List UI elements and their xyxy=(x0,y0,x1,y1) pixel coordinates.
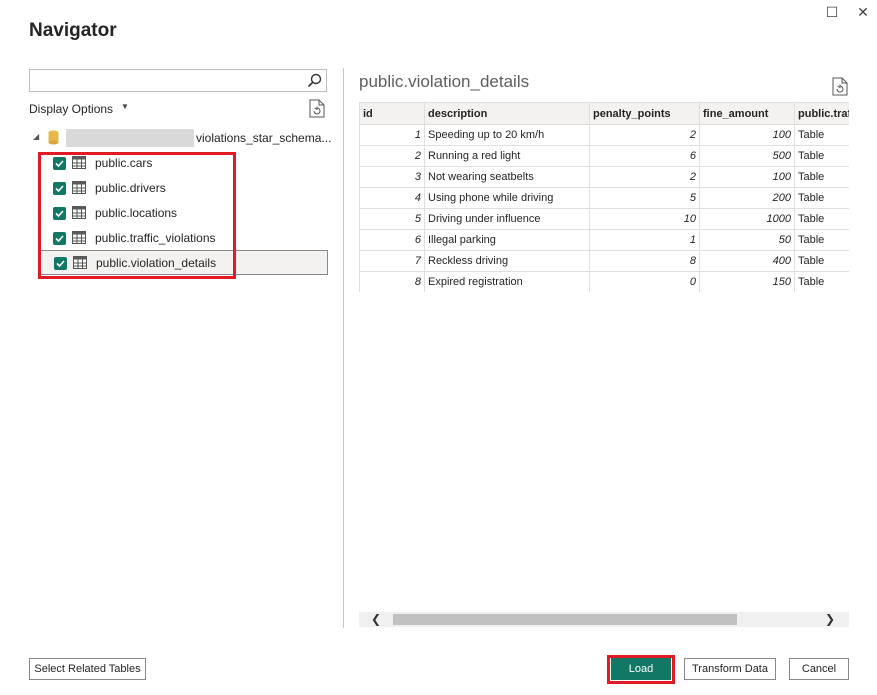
table-cell: Using phone while driving xyxy=(424,187,590,209)
load-button[interactable]: Load xyxy=(611,658,671,680)
table-row: 4 Using phone while driving 5 200 Table xyxy=(359,187,849,209)
column-header[interactable]: description xyxy=(424,102,590,125)
table-cell: Not wearing seatbelts xyxy=(424,166,590,188)
table-cell[interactable]: Table xyxy=(794,271,849,292)
table-cell: 400 xyxy=(699,250,795,272)
maximize-icon[interactable]: ☐ xyxy=(824,4,840,20)
cancel-button[interactable]: Cancel xyxy=(789,658,849,680)
table-cell: Driving under influence xyxy=(424,208,590,230)
table-cell: Expired registration xyxy=(424,271,590,292)
table-cell: 500 xyxy=(699,145,795,167)
table-cell: Speeding up to 20 km/h xyxy=(424,124,590,146)
refresh-icon[interactable] xyxy=(832,77,848,96)
table-cell: 2 xyxy=(589,124,700,146)
table-cell: 6 xyxy=(359,229,425,251)
table-cell: 7 xyxy=(359,250,425,272)
table-cell[interactable]: Table xyxy=(794,166,849,188)
table-cell: 8 xyxy=(359,271,425,292)
table-row: 3 Not wearing seatbelts 2 100 Table xyxy=(359,166,849,188)
table-cell: 2 xyxy=(589,166,700,188)
table-header-row: id description penalty_points fine_amoun… xyxy=(359,102,849,125)
display-options-menu[interactable]: Display Options xyxy=(29,102,113,116)
table-cell[interactable]: Table xyxy=(794,229,849,251)
table-cell: 1000 xyxy=(699,208,795,230)
column-header[interactable]: public.traffic_violations xyxy=(794,102,849,125)
table-cell[interactable]: Table xyxy=(794,124,849,146)
table-cell[interactable]: Table xyxy=(794,145,849,167)
select-related-tables-button[interactable]: Select Related Tables xyxy=(29,658,146,680)
table-cell: 5 xyxy=(589,187,700,209)
table-cell: 6 xyxy=(589,145,700,167)
table-cell: Running a red light xyxy=(424,145,590,167)
table-cell: Illegal parking xyxy=(424,229,590,251)
tree-root-label: violations_star_schema... xyxy=(196,131,332,145)
column-header[interactable]: penalty_points xyxy=(589,102,700,125)
table-cell: 4 xyxy=(359,187,425,209)
table-cell: 50 xyxy=(699,229,795,251)
scroll-right-icon[interactable]: ❯ xyxy=(825,612,835,627)
column-header[interactable]: fine_amount xyxy=(699,102,795,125)
table-cell: 150 xyxy=(699,271,795,292)
search-input[interactable] xyxy=(29,69,327,92)
table-row: 8 Expired registration 0 150 Table xyxy=(359,271,849,292)
scroll-left-icon[interactable]: ❮ xyxy=(371,612,381,627)
close-icon[interactable]: ✕ xyxy=(855,4,871,20)
highlight-annotation-box xyxy=(38,152,236,279)
database-icon xyxy=(48,130,59,145)
tree-root-database[interactable]: ◢ violations_star_schema... xyxy=(31,128,331,148)
table-row: 7 Reckless driving 8 400 Table xyxy=(359,250,849,272)
table-cell: 10 xyxy=(589,208,700,230)
table-row: 5 Driving under influence 10 1000 Table xyxy=(359,208,849,230)
pane-divider[interactable] xyxy=(343,68,344,628)
dialog-title: Navigator xyxy=(29,20,117,41)
search-icon[interactable] xyxy=(307,73,322,88)
table-row: 2 Running a red light 6 500 Table xyxy=(359,145,849,167)
horizontal-scrollbar[interactable]: ❮ ❯ xyxy=(359,612,849,627)
collapse-icon[interactable]: ◢ xyxy=(33,132,39,141)
scrollbar-thumb[interactable] xyxy=(393,614,737,625)
table-cell: 3 xyxy=(359,166,425,188)
table-cell[interactable]: Table xyxy=(794,208,849,230)
table-cell: 2 xyxy=(359,145,425,167)
table-row: 1 Speeding up to 20 km/h 2 100 Table xyxy=(359,124,849,146)
preview-grid: id description penalty_points fine_amoun… xyxy=(359,102,849,292)
table-cell: Reckless driving xyxy=(424,250,590,272)
table-cell: 5 xyxy=(359,208,425,230)
table-cell: 100 xyxy=(699,124,795,146)
table-cell: 200 xyxy=(699,187,795,209)
table-cell: 0 xyxy=(589,271,700,292)
table-cell: 1 xyxy=(359,124,425,146)
table-cell: 100 xyxy=(699,166,795,188)
refresh-icon[interactable] xyxy=(309,99,325,118)
table-cell[interactable]: Table xyxy=(794,250,849,272)
table-cell: 1 xyxy=(589,229,700,251)
table-cell[interactable]: Table xyxy=(794,187,849,209)
table-cell: 8 xyxy=(589,250,700,272)
column-header[interactable]: id xyxy=(359,102,425,125)
table-row: 6 Illegal parking 1 50 Table xyxy=(359,229,849,251)
redacted-server-name xyxy=(66,129,194,147)
preview-title: public.violation_details xyxy=(359,72,530,91)
transform-data-button[interactable]: Transform Data xyxy=(684,658,776,680)
chevron-down-icon[interactable]: ▼ xyxy=(121,102,129,111)
